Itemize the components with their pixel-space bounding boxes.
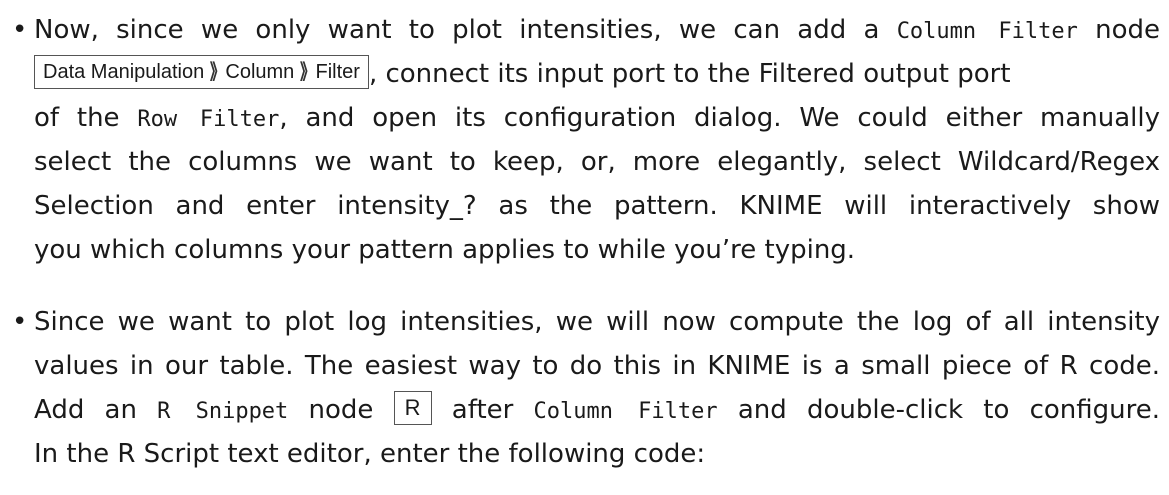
text-line: Since we want to plot log intensities, w… bbox=[34, 307, 1160, 337]
menu-path-item: Column bbox=[225, 60, 295, 83]
text-line: values in our table. The easiest way to … bbox=[34, 351, 1160, 381]
text-line: Add an R Snippet node R after Column Fil… bbox=[12, 388, 1160, 432]
text-line: you which columns your pattern applies t… bbox=[34, 235, 856, 265]
text-line: select the columns we want to keep, or, … bbox=[34, 147, 1160, 177]
code-row-filter: Row Filter bbox=[137, 107, 280, 132]
menu-path-item: Filter bbox=[315, 60, 360, 83]
chevron-right-icon: ⟩⟩ bbox=[208, 58, 219, 84]
document-page: • Now, since we only want to plot intens… bbox=[0, 0, 1169, 495]
bullet-column-filter: • Now, since we only want to plot intens… bbox=[12, 8, 1160, 272]
text-line: In the R Script text editor, enter the f… bbox=[34, 439, 706, 469]
r-snippet-icon: R bbox=[393, 390, 432, 425]
bullet-r-snippet: • Since we want to plot log intensities,… bbox=[12, 300, 1160, 476]
chevron-right-icon: ⟩⟩ bbox=[298, 58, 309, 84]
code-r-snippet: R Snippet bbox=[157, 399, 289, 424]
text-line: Now, since we only want to plot intensit… bbox=[34, 15, 1160, 45]
text-line: of the Row Filter, and open its configur… bbox=[34, 103, 1160, 133]
code-column-filter: Column Filter bbox=[533, 399, 718, 424]
menu-path-item: Data Manipulation bbox=[43, 60, 205, 83]
text-line: Selection and enter intensity_? as the p… bbox=[34, 191, 1160, 221]
menu-path-box: Data Manipulation ⟩⟩ Column ⟩⟩ Filter bbox=[34, 54, 369, 89]
text-line: Data Manipulation ⟩⟩ Column ⟩⟩ Filter, conne… bbox=[12, 52, 1160, 96]
code-column-filter: Column Filter bbox=[896, 19, 1078, 44]
